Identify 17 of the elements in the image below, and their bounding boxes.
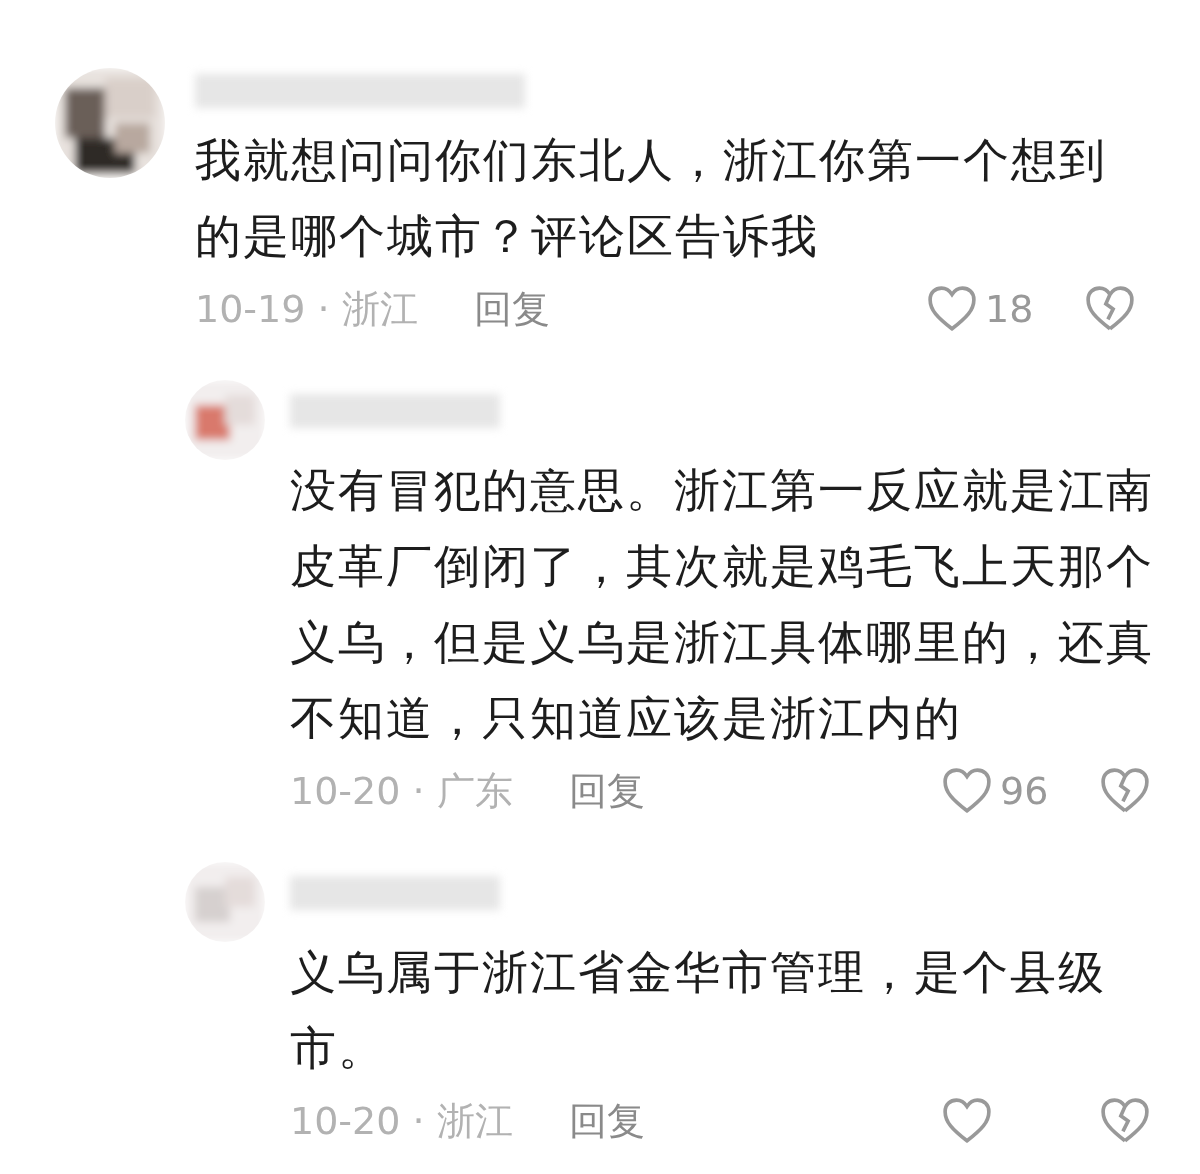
comment-text: 没有冒犯的意思。浙江第一反应就是江南皮革厂倒闭了，其次就是鸡毛飞上天那个义乌，但是义乌是浙江具体哪里的，还真不知道，只知道应该是浙江内的	[290, 462, 1155, 747]
heart-icon[interactable]	[942, 1098, 992, 1144]
broken-heart-icon[interactable]	[1085, 286, 1135, 332]
comment-meta: 10-20 · 浙江	[290, 1097, 513, 1145]
comment-text: 义乌属于浙江省金华市管理，是个县级市。	[290, 944, 1107, 1077]
reply-link[interactable]: 回复	[568, 765, 645, 817]
reply-link[interactable]: 回复	[473, 283, 550, 335]
like-count: 96	[1000, 769, 1050, 813]
broken-heart-icon[interactable]	[1100, 768, 1150, 814]
reply-link[interactable]: 回复	[568, 1095, 645, 1147]
heart-icon[interactable]	[942, 768, 992, 814]
comment-text: 我就想问问你们东北人，浙江你第一个想到的是哪个城市？评论区告诉我	[195, 132, 1108, 265]
comment-meta: 10-19 · 浙江	[195, 285, 418, 333]
broken-heart-icon[interactable]	[1100, 1098, 1150, 1144]
comment-meta: 10-20 · 广东	[290, 767, 513, 815]
like-count: 18	[985, 287, 1035, 331]
heart-icon[interactable]	[927, 286, 977, 332]
